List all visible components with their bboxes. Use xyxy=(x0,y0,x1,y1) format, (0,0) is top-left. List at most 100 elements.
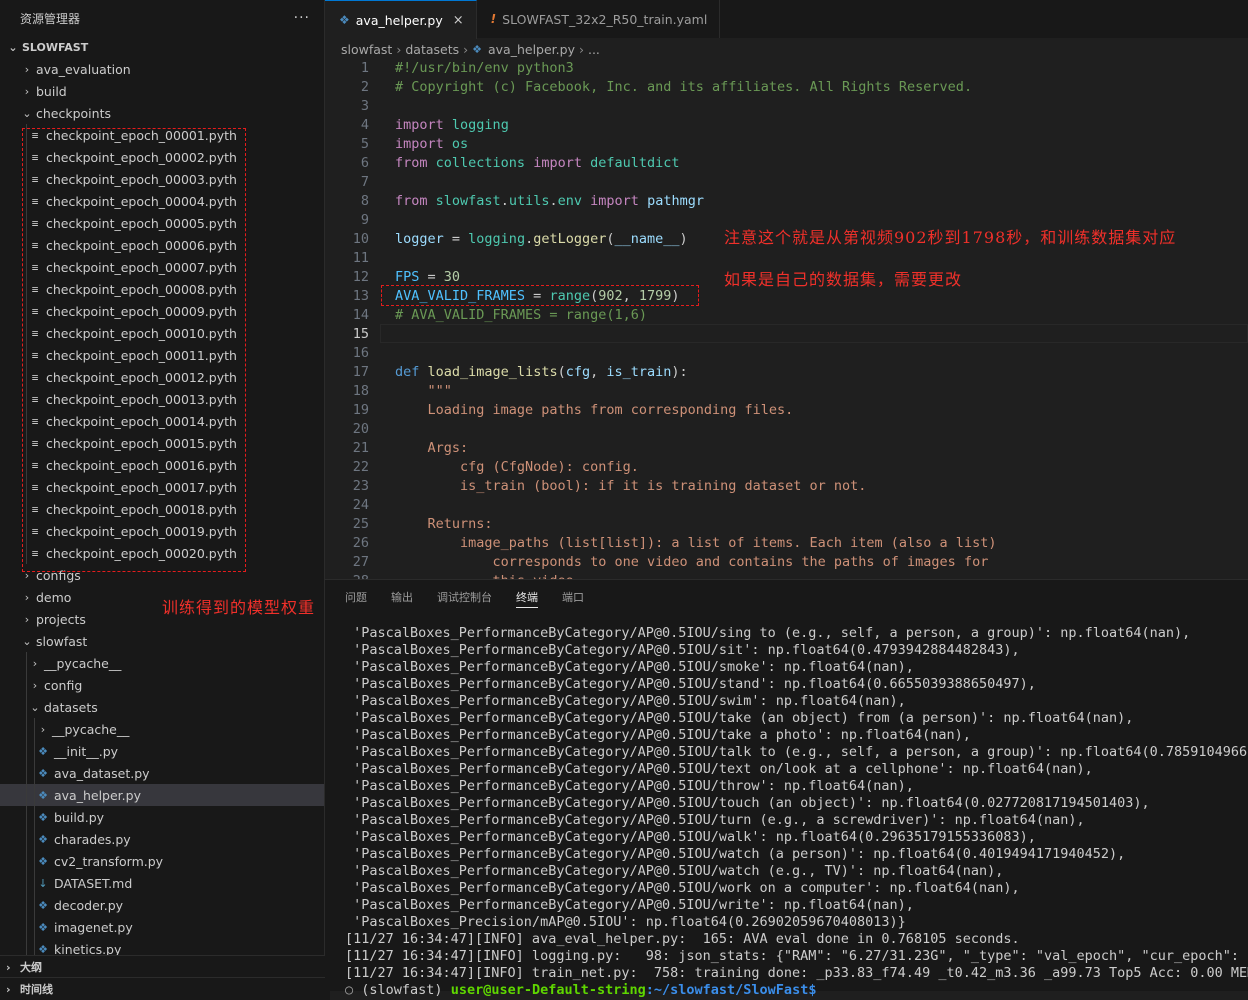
code-line: 4 import logging xyxy=(325,115,1248,134)
tab-output[interactable]: 输出 xyxy=(391,580,413,614)
tab-slowfast-yaml[interactable]: ! SLOWFAST_32x2_R50_train.yaml xyxy=(476,0,721,38)
terminal-line: [11/27 16:34:47][INFO] ava_eval_helper.p… xyxy=(345,931,1020,947)
tree-file[interactable]: ❖ imagenet.py xyxy=(0,916,324,938)
terminal-line: 'PascalBoxes_PerformanceByCategory/AP@0.… xyxy=(345,744,1248,760)
indent-guide xyxy=(26,696,27,718)
close-icon[interactable]: × xyxy=(453,13,464,28)
line-number: 24 xyxy=(352,496,369,513)
chevron-down-icon: ⌄ xyxy=(22,634,32,648)
chevron-down-icon: ⌄ xyxy=(8,40,18,54)
timeline-section[interactable]: › 时间线 xyxy=(0,977,330,1000)
tree-file[interactable]: ❖ ava_helper.py xyxy=(0,784,324,806)
code-line: 22 cfg (CfgNode): config. xyxy=(325,457,1248,476)
code-token: Loading image paths from corresponding f… xyxy=(395,401,794,418)
weights-annotation: 训练得到的模型权重 xyxy=(162,598,316,617)
code-token: Returns: xyxy=(395,515,493,532)
code-line: 14 # AVA_VALID_FRAMES = range(1,6) xyxy=(325,305,1248,324)
code-token: defaultdict xyxy=(590,154,680,171)
terminal-line: 'PascalBoxes_PerformanceByCategory/AP@0.… xyxy=(345,659,914,675)
line-number: 2 xyxy=(360,78,369,95)
prompt-env: (slowfast) xyxy=(361,982,443,998)
chevron-down-icon: ⌄ xyxy=(22,106,32,120)
tree-folder[interactable]: › __pycache__ xyxy=(0,718,324,740)
indent-guide xyxy=(26,740,27,762)
tree-folder[interactable]: ⌄ checkpoints xyxy=(0,102,324,124)
code-editor[interactable]: 1 #!/usr/bin/env python3 2 # Copyright (c) … xyxy=(325,58,1248,579)
tree-folder[interactable]: › __pycache__ xyxy=(0,652,324,674)
code-token: slowfast xyxy=(435,192,501,209)
tree-item-label: ava_dataset.py xyxy=(54,765,150,781)
chevron-right-icon: › xyxy=(24,84,30,98)
frames-annotation: 注意这个就是从第视频902秒到1798秒，和训练数据集对应 xyxy=(724,228,1177,247)
breadcrumb: slowfast › datasets › ❖ ava_helper.py › … xyxy=(325,38,1248,60)
tree-folder[interactable]: ⌄ slowfast xyxy=(0,630,324,652)
code-text: is_train (bool): if it is training datas… xyxy=(395,478,866,494)
terminal-output[interactable]: 'PascalBoxes_PerformanceByCategory/AP@0.… xyxy=(345,625,1248,999)
code-line: 25 Returns: xyxy=(325,514,1248,533)
tree-folder[interactable]: › ava_evaluation xyxy=(0,58,324,80)
editor-tabs: ❖ ava_helper.py × ! SLOWFAST_32x2_R50_tr… xyxy=(325,0,1248,39)
code-line: 23 is_train (bool): if it is training da… xyxy=(325,476,1248,495)
code-line: 7 xyxy=(325,172,1248,191)
tree-item-label: build xyxy=(36,83,67,99)
code-text: def load_image_lists(cfg, is_train): xyxy=(395,364,688,380)
tree-file[interactable]: ❖ charades.py xyxy=(0,828,324,850)
tab-terminal[interactable]: 终端 xyxy=(516,580,538,614)
tree-file[interactable]: ❖ ava_dataset.py xyxy=(0,762,324,784)
code-line: 16 xyxy=(325,343,1248,362)
code-token: pathmgr xyxy=(647,192,704,209)
code-text: from slowfast.utils.env import pathmgr xyxy=(395,193,704,209)
tab-ports[interactable]: 端口 xyxy=(562,580,584,614)
chevron-right-icon: › xyxy=(578,41,584,57)
outline-label: 大纲 xyxy=(20,961,42,974)
tree-file[interactable]: ❖ __init__.py xyxy=(0,740,324,762)
indent-guide xyxy=(26,652,27,674)
more-actions-icon[interactable]: ··· xyxy=(294,10,310,26)
code-text: #!/usr/bin/env python3 xyxy=(395,60,574,76)
tree-folder[interactable]: ⌄ datasets xyxy=(0,696,324,718)
tree-file[interactable]: ❖ cv2_transform.py xyxy=(0,850,324,872)
tree-item-label: demo xyxy=(36,589,72,605)
tree-file[interactable]: ❖ decoder.py xyxy=(0,894,324,916)
indent-guide xyxy=(34,784,35,806)
circle-icon: ○ xyxy=(345,982,362,998)
line-number: 27 xyxy=(352,553,369,570)
tree-folder[interactable]: › build xyxy=(0,80,324,102)
frames-highlight-box xyxy=(381,285,699,306)
tree-file[interactable]: ↓ DATASET.md xyxy=(0,872,324,894)
terminal-line: 'PascalBoxes_PerformanceByCategory/AP@0.… xyxy=(345,778,914,794)
tree-item-label: decoder.py xyxy=(54,897,124,913)
breadcrumb-item[interactable]: datasets xyxy=(405,42,459,57)
checkpoints-highlight-box xyxy=(22,128,246,572)
code-text: cfg (CfgNode): config. xyxy=(395,459,639,475)
outline-section[interactable]: › 大纲 xyxy=(0,955,330,978)
code-token: cfg xyxy=(565,363,591,380)
breadcrumb-item[interactable]: slowfast xyxy=(341,42,392,57)
code-line: 6 from collections import defaultdict xyxy=(325,153,1248,172)
code-text: Loading image paths from corresponding f… xyxy=(395,401,794,418)
tab-problems[interactable]: 问题 xyxy=(345,580,367,614)
bottom-panel: 问题 输出 调试控制台 终端 端口 'PascalBoxes_Performan… xyxy=(325,579,1248,998)
tree-file[interactable]: ❖ build.py xyxy=(0,806,324,828)
indent-guide xyxy=(26,828,27,850)
tab-debug-console[interactable]: 调试控制台 xyxy=(437,580,492,614)
tab-label: SLOWFAST_32x2_R50_train.yaml xyxy=(502,11,708,27)
code-text: Args: xyxy=(395,440,469,456)
workspace-root[interactable]: ⌄ SLOWFAST xyxy=(0,36,324,58)
code-line: 2 # Copyright (c) Facebook, Inc. and its … xyxy=(325,77,1248,96)
chevron-right-icon: › xyxy=(463,41,469,57)
tree-folder[interactable]: › config xyxy=(0,674,324,696)
python-file-icon: ❖ xyxy=(38,810,48,824)
tab-ava-helper[interactable]: ❖ ava_helper.py × xyxy=(325,0,477,39)
breadcrumb-item[interactable]: ... xyxy=(588,42,600,57)
line-number: 16 xyxy=(352,344,369,361)
tree-item-label: ava_helper.py xyxy=(54,787,141,803)
code-token: ( xyxy=(557,363,566,380)
code-text: image_paths (list[list]): a list of item… xyxy=(395,535,996,551)
breadcrumb-item[interactable]: ava_helper.py xyxy=(488,42,575,57)
code-token: . xyxy=(549,192,558,209)
line-number: 11 xyxy=(352,249,369,266)
code-token: # Copyright (c) Facebook, Inc. and its a… xyxy=(395,78,973,95)
code-token: is_train xyxy=(606,363,672,380)
